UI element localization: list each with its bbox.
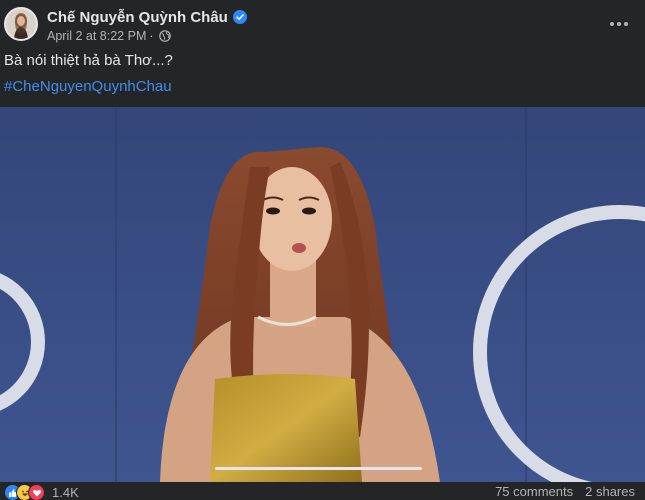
post-footer: 1.4K 75 comments 2 shares bbox=[0, 482, 645, 500]
post-video[interactable] bbox=[0, 107, 645, 482]
author-name[interactable]: Chế Nguyễn Quỳnh Châu bbox=[47, 9, 228, 26]
shares-count-link[interactable]: 2 shares bbox=[585, 484, 635, 500]
author-avatar[interactable] bbox=[4, 7, 38, 41]
video-frame bbox=[0, 107, 645, 482]
engagement-stats: 75 comments 2 shares bbox=[495, 484, 635, 500]
author-row: Chế Nguyễn Quỳnh Châu bbox=[47, 7, 247, 27]
post-text: Bà nói thiệt hả bà Thơ...? bbox=[4, 52, 173, 69]
more-dot bbox=[610, 22, 614, 26]
post-meta: April 2 at 8:22 PM · bbox=[47, 28, 171, 44]
facebook-post: Chế Nguyễn Quỳnh Châu April 2 at 8:22 PM… bbox=[0, 0, 645, 500]
post-timestamp[interactable]: April 2 at 8:22 PM bbox=[47, 29, 146, 43]
reaction-count: 1.4K bbox=[52, 484, 79, 500]
meta-separator: · bbox=[149, 29, 154, 43]
verified-badge-icon bbox=[232, 10, 247, 24]
more-dot bbox=[624, 22, 628, 26]
hashtag-link[interactable]: #CheNguyenQuynhChau bbox=[4, 78, 172, 95]
reactions-summary[interactable]: 1.4K bbox=[4, 484, 79, 500]
more-dot bbox=[617, 22, 621, 26]
comments-count-link[interactable]: 75 comments bbox=[495, 484, 573, 500]
post-header: Chế Nguyễn Quỳnh Châu April 2 at 8:22 PM… bbox=[0, 0, 645, 48]
globe-icon[interactable] bbox=[158, 30, 171, 42]
love-reaction-icon bbox=[28, 484, 45, 500]
more-options-icon[interactable] bbox=[607, 12, 631, 36]
